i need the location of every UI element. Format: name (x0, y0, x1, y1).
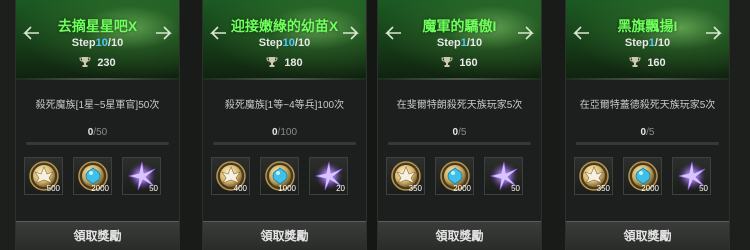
trophy-icon (266, 56, 278, 68)
quest-description: 殺死魔族[1星~5星軍官]50次 (35, 100, 160, 111)
quest-title: 魔軍的驕傲I (422, 18, 497, 34)
reward-slot[interactable]: 2000 (435, 157, 474, 195)
claim-reward-button[interactable]: 領取獎勵 (378, 221, 541, 250)
quest-card: 魔軍的驕傲I Step1/10 160 在斐爾特朗殺死天族玩家5次 0/5 350 2000… (377, 0, 542, 250)
progress-bar (388, 142, 531, 145)
reward-amount: 400 (233, 184, 247, 193)
quest-description: 在亞爾特蓋德殺死天族玩家5次 (579, 100, 716, 111)
reward-amount: 350 (596, 184, 610, 193)
score: 230 (16, 56, 179, 69)
quest-card: 黑旗飄揚I Step1/10 160 在亞爾特蓋德殺死天族玩家5次 0/5 350 2000… (565, 0, 730, 250)
reward-slot[interactable]: 400 (211, 157, 250, 195)
reward-amount: 350 (408, 184, 422, 193)
progress-text: 0/100 (271, 127, 298, 138)
reward-amount: 20 (336, 184, 345, 193)
reward-slot[interactable]: 1000 (260, 157, 299, 195)
trophy-icon (441, 56, 453, 68)
progress-text: 0/5 (640, 127, 655, 138)
quest-title: 黑旗飄揚I (617, 18, 678, 34)
card-header: 黑旗飄揚I Step1/10 160 (566, 0, 729, 80)
claim-reward-button[interactable]: 領取獎勵 (16, 221, 179, 250)
reward-amount: 50 (149, 184, 158, 193)
reward-amount: 2000 (91, 184, 109, 193)
reward-slot[interactable]: 500 (24, 157, 63, 195)
reward-list: 500 2000 50 (24, 157, 171, 195)
reward-list: 400 1000 20 (211, 157, 358, 195)
progress-bar (26, 142, 169, 145)
claim-reward-button[interactable]: 領取獎勵 (566, 221, 729, 250)
claim-reward-button[interactable]: 領取獎勵 (203, 221, 366, 250)
reward-slot[interactable]: 2000 (73, 157, 112, 195)
reward-slot[interactable]: 20 (309, 157, 348, 195)
step-indicator: Step10/10 (258, 37, 311, 49)
score: 160 (378, 56, 541, 69)
reward-slot[interactable]: 50 (484, 157, 523, 195)
quest-title: 去摘星星吧X (57, 18, 138, 34)
quest-card: 去摘星星吧X Step10/10 230 殺死魔族[1星~5星軍官]50次 0/50 50… (15, 0, 180, 250)
quest-description: 殺死魔族[1等~4等兵]100次 (224, 100, 345, 111)
quest-description: 在斐爾特朗殺死天族玩家5次 (396, 100, 523, 111)
reward-amount: 50 (699, 184, 708, 193)
progress-text: 0/50 (87, 127, 108, 138)
quest-title: 迎接嫩綠的幼苗X (230, 18, 339, 34)
reward-amount: 2000 (453, 184, 471, 193)
score: 160 (566, 56, 729, 69)
step-indicator: Step1/10 (624, 37, 671, 49)
score: 180 (203, 56, 366, 69)
card-header: 迎接嫩綠的幼苗X Step10/10 180 (203, 0, 366, 80)
reward-slot[interactable]: 350 (386, 157, 425, 195)
reward-amount: 1000 (278, 184, 296, 193)
reward-list: 350 2000 50 (386, 157, 533, 195)
quest-card: 迎接嫩綠的幼苗X Step10/10 180 殺死魔族[1等~4等兵]100次 0/10… (202, 0, 367, 250)
trophy-icon (629, 56, 641, 68)
reward-slot[interactable]: 350 (574, 157, 613, 195)
reward-list: 350 2000 50 (574, 157, 721, 195)
reward-amount: 500 (46, 184, 60, 193)
card-header: 魔軍的驕傲I Step1/10 160 (378, 0, 541, 80)
reward-amount: 50 (511, 184, 520, 193)
step-indicator: Step10/10 (71, 37, 124, 49)
progress-text: 0/5 (452, 127, 467, 138)
reward-amount: 2000 (641, 184, 659, 193)
card-header: 去摘星星吧X Step10/10 230 (16, 0, 179, 80)
trophy-icon (79, 56, 91, 68)
reward-slot[interactable]: 50 (122, 157, 161, 195)
progress-bar (213, 142, 356, 145)
reward-slot[interactable]: 50 (672, 157, 711, 195)
step-indicator: Step1/10 (436, 37, 483, 49)
progress-bar (576, 142, 719, 145)
reward-slot[interactable]: 2000 (623, 157, 662, 195)
